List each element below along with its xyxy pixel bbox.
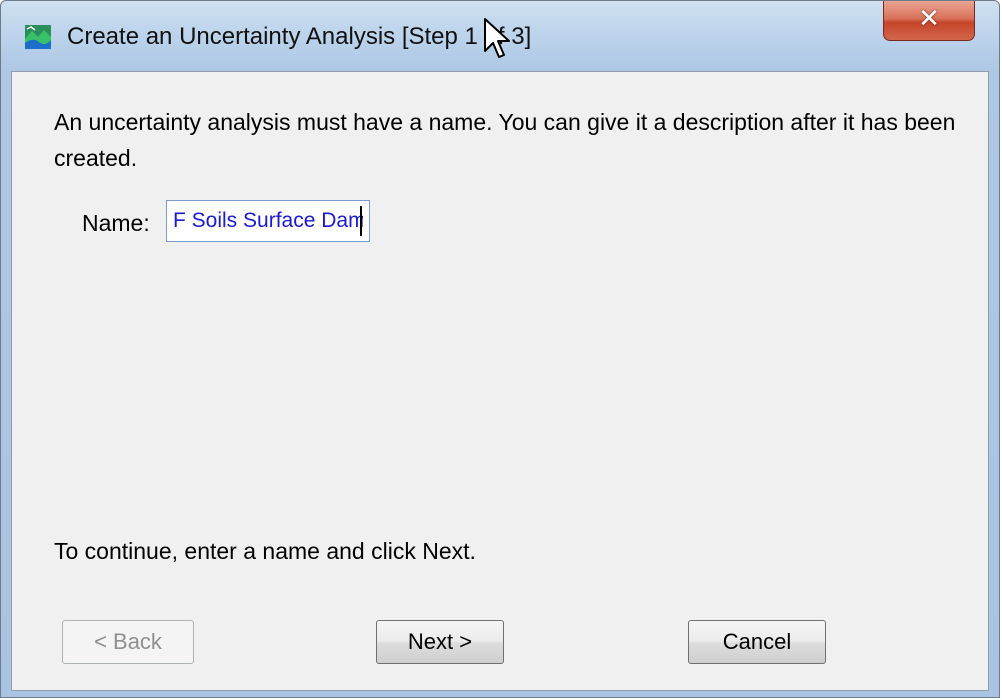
close-button[interactable]: ✕ [883,1,975,41]
name-input[interactable] [166,200,370,242]
close-icon: ✕ [918,4,940,34]
cancel-button[interactable]: Cancel [688,620,826,664]
back-button[interactable]: < Back [62,620,194,664]
dialog-window: Create an Uncertainty Analysis [Step 1 o… [0,0,1000,698]
instruction-text: To continue, enter a name and click Next… [54,538,476,564]
next-button[interactable]: Next > [376,620,504,664]
name-label: Name: [82,210,150,236]
landscape-icon [25,25,51,49]
title-bar[interactable]: Create an Uncertainty Analysis [Step 1 o… [1,1,999,71]
window-title: Create an Uncertainty Analysis [Step 1 o… [67,23,532,50]
mouse-pointer-icon [484,18,510,58]
dialog-body: An uncertainty analysis must have a name… [11,71,989,691]
text-caret [360,206,362,236]
intro-text: An uncertainty analysis must have a name… [54,109,956,171]
